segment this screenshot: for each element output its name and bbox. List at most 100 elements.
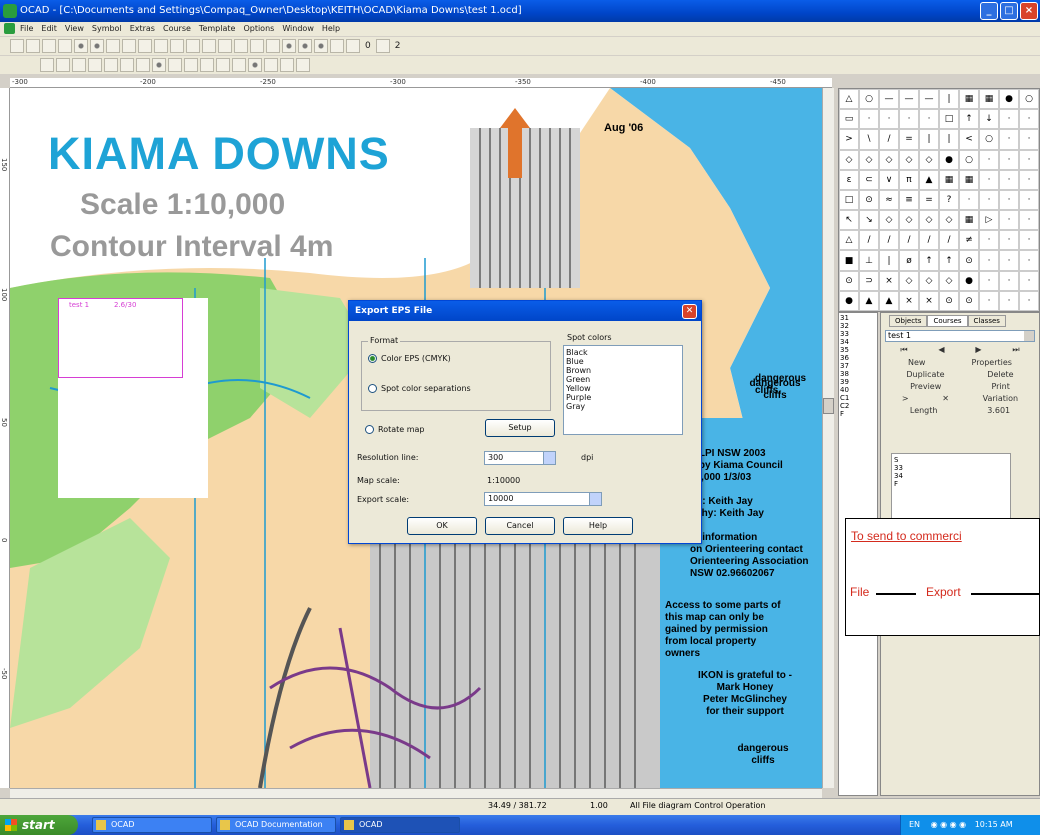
draw-tool-icon[interactable]	[200, 58, 214, 72]
window-titlebar[interactable]: OCAD - [C:\Documents and Settings\Compaq…	[0, 0, 1040, 22]
setup-button[interactable]: Setup	[485, 419, 555, 437]
tool-icon[interactable]	[218, 39, 232, 53]
symbol-cell[interactable]: ●	[959, 270, 979, 291]
new-file-icon[interactable]	[10, 39, 24, 53]
radio-color-eps[interactable]: Color EPS (CMYK)	[368, 354, 451, 363]
zoom-out-icon[interactable]	[298, 39, 312, 53]
symbol-cell[interactable]: ○	[1019, 89, 1039, 110]
symbol-cell[interactable]: ·	[999, 109, 1019, 130]
symbol-cell[interactable]: ●	[839, 290, 859, 311]
symbol-cell[interactable]: /	[859, 230, 879, 251]
list-item[interactable]: S	[894, 456, 1008, 464]
symbol-cell[interactable]: ⊙	[959, 290, 979, 311]
symbol-cell[interactable]: ▦	[959, 169, 979, 190]
start-button[interactable]: start	[0, 815, 78, 835]
symbol-palette[interactable]: △ ○ — — — | ▦ ▦ ● ○ ▭ · · · · □ ↑ ↓ · · > \ / = | | < ○ · · ◇ ◇ ◇ ◇ ◇ ● ○…	[838, 88, 1040, 312]
symbol-cell[interactable]: ×	[879, 270, 899, 291]
symbol-cell[interactable]: ×	[919, 290, 939, 311]
draw-tool-icon[interactable]	[120, 58, 134, 72]
symbol-cell[interactable]: ·	[1019, 109, 1039, 130]
chevron-down-icon[interactable]	[543, 452, 555, 464]
symbol-cell[interactable]: >	[839, 129, 859, 150]
tab-classes[interactable]: Classes	[967, 315, 1006, 327]
draw-tool-icon[interactable]	[216, 58, 230, 72]
help-button[interactable]: Help	[563, 517, 633, 535]
symbol-cell[interactable]: ·	[979, 290, 999, 311]
symbol-cell[interactable]: ↓	[979, 109, 999, 130]
symbol-cell[interactable]: —	[879, 89, 899, 110]
symbol-cell[interactable]: ○	[979, 129, 999, 150]
symbol-cell[interactable]: |	[939, 129, 959, 150]
resolution-select[interactable]: 300	[484, 451, 556, 465]
symbol-cell[interactable]: ▷	[979, 210, 999, 231]
list-item[interactable]: Green	[566, 375, 680, 384]
print-icon[interactable]	[58, 39, 72, 53]
draw-tool-icon[interactable]	[232, 58, 246, 72]
symbol-cell[interactable]: ◇	[899, 270, 919, 291]
list-item[interactable]: 33	[894, 464, 1008, 472]
symbol-cell[interactable]: ↖	[839, 210, 859, 231]
list-item[interactable]: Black	[566, 348, 680, 357]
symbol-cell[interactable]: ·	[999, 270, 1019, 291]
symbol-cell[interactable]: ·	[999, 290, 1019, 311]
prev-icon[interactable]: ◀	[938, 345, 944, 355]
symbol-cell[interactable]: ·	[1019, 270, 1039, 291]
symbol-cell[interactable]: ▲	[919, 169, 939, 190]
zoom-icon[interactable]	[314, 39, 328, 53]
symbol-cell[interactable]: ·	[859, 109, 879, 130]
list-item[interactable]: 31	[840, 314, 876, 322]
list-item[interactable]: Brown	[566, 366, 680, 375]
tool-icon[interactable]	[266, 39, 280, 53]
symbol-cell[interactable]: ·	[1019, 230, 1039, 251]
symbol-cell[interactable]: □	[839, 189, 859, 211]
callout-link[interactable]: To send to commerci	[851, 529, 962, 543]
symbol-cell[interactable]: ·	[999, 169, 1019, 190]
symbol-cell[interactable]: ↘	[859, 210, 879, 231]
layer-icon[interactable]	[375, 39, 390, 53]
symbol-cell[interactable]: ⊂	[859, 169, 879, 190]
circle-tool-icon[interactable]	[152, 58, 166, 72]
symbol-cell[interactable]: ·	[979, 250, 999, 271]
list-item[interactable]: F	[894, 480, 1008, 488]
symbol-cell[interactable]: ◇	[879, 149, 899, 170]
symbol-cell[interactable]: ◇	[939, 270, 959, 291]
symbol-cell[interactable]: ▦	[959, 89, 979, 110]
symbol-cell[interactable]: —	[919, 89, 939, 110]
symbol-cell[interactable]: ▦	[979, 89, 999, 110]
paste-icon[interactable]	[138, 39, 152, 53]
symbol-cell[interactable]: ·	[979, 169, 999, 190]
list-item[interactable]: C1	[840, 394, 876, 402]
symbol-cell[interactable]: ·	[1019, 210, 1039, 231]
tool-icon[interactable]	[170, 39, 184, 53]
symbol-cell[interactable]: ⊃	[859, 270, 879, 291]
symbol-cell[interactable]: ≈	[879, 189, 899, 211]
symbol-cell[interactable]: /	[939, 230, 959, 251]
symbol-cell[interactable]: /	[899, 230, 919, 251]
symbol-cell[interactable]: ·	[999, 149, 1019, 170]
draw-tool-icon[interactable]	[280, 58, 294, 72]
symbol-cell[interactable]: ◇	[839, 149, 859, 170]
list-item[interactable]: 34	[894, 472, 1008, 480]
symbol-cell[interactable]: π	[899, 169, 919, 190]
symbol-cell[interactable]: ·	[999, 250, 1019, 271]
symbol-cell[interactable]: |	[939, 89, 959, 110]
symbol-cell[interactable]: ≡	[899, 189, 919, 211]
menu-file[interactable]: File	[20, 22, 33, 36]
last-icon[interactable]: ⏭	[1012, 345, 1019, 355]
symbol-cell[interactable]: |	[879, 250, 899, 271]
taskbar-item[interactable]: OCAD Documentation	[216, 817, 336, 833]
preview-button[interactable]: Preview	[910, 382, 941, 391]
tool-icon[interactable]	[202, 39, 216, 53]
tool-icon[interactable]	[250, 39, 264, 53]
print-button[interactable]: Print	[991, 382, 1009, 391]
chevron-down-icon[interactable]	[589, 493, 601, 505]
symbol-cell[interactable]: ↑	[919, 250, 939, 271]
symbol-cell[interactable]: =	[899, 129, 919, 150]
draw-tool-icon[interactable]	[72, 58, 86, 72]
symbol-cell[interactable]: —	[899, 89, 919, 110]
symbol-cell[interactable]: ·	[999, 210, 1019, 231]
list-item[interactable]: Gray	[566, 402, 680, 411]
menu-extras[interactable]: Extras	[130, 22, 155, 36]
new-course-button[interactable]: New	[908, 358, 925, 367]
symbol-cell[interactable]: ◇	[919, 210, 939, 231]
